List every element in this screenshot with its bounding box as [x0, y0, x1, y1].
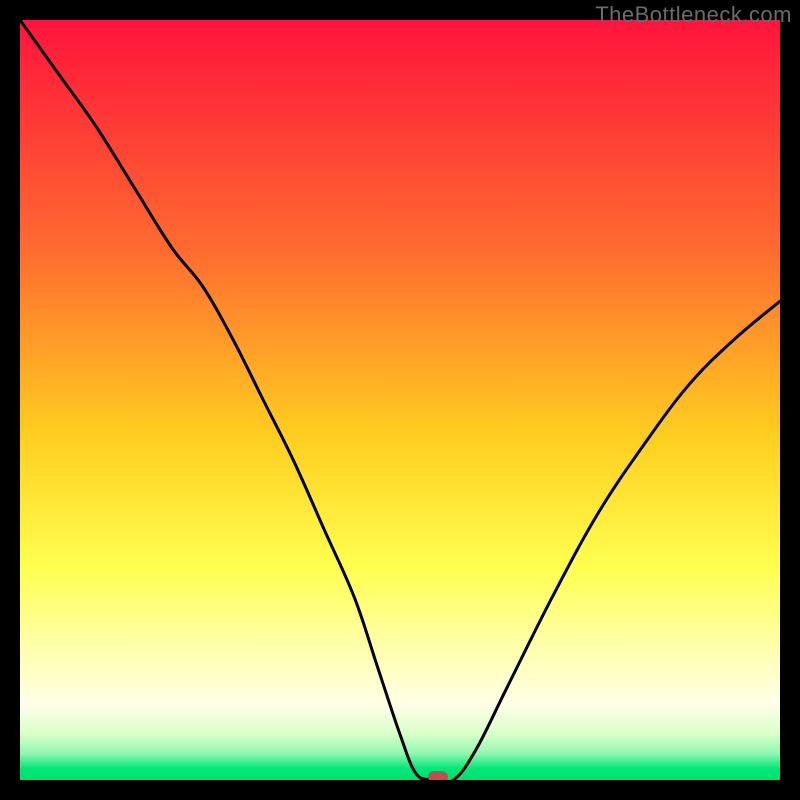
- watermark-text: TheBottleneck.com: [595, 2, 792, 28]
- optimal-marker: [428, 771, 448, 780]
- chart-frame: TheBottleneck.com: [0, 0, 800, 800]
- plot-area: [20, 20, 780, 780]
- gradient-background: [20, 20, 780, 780]
- chart-svg: [20, 20, 780, 780]
